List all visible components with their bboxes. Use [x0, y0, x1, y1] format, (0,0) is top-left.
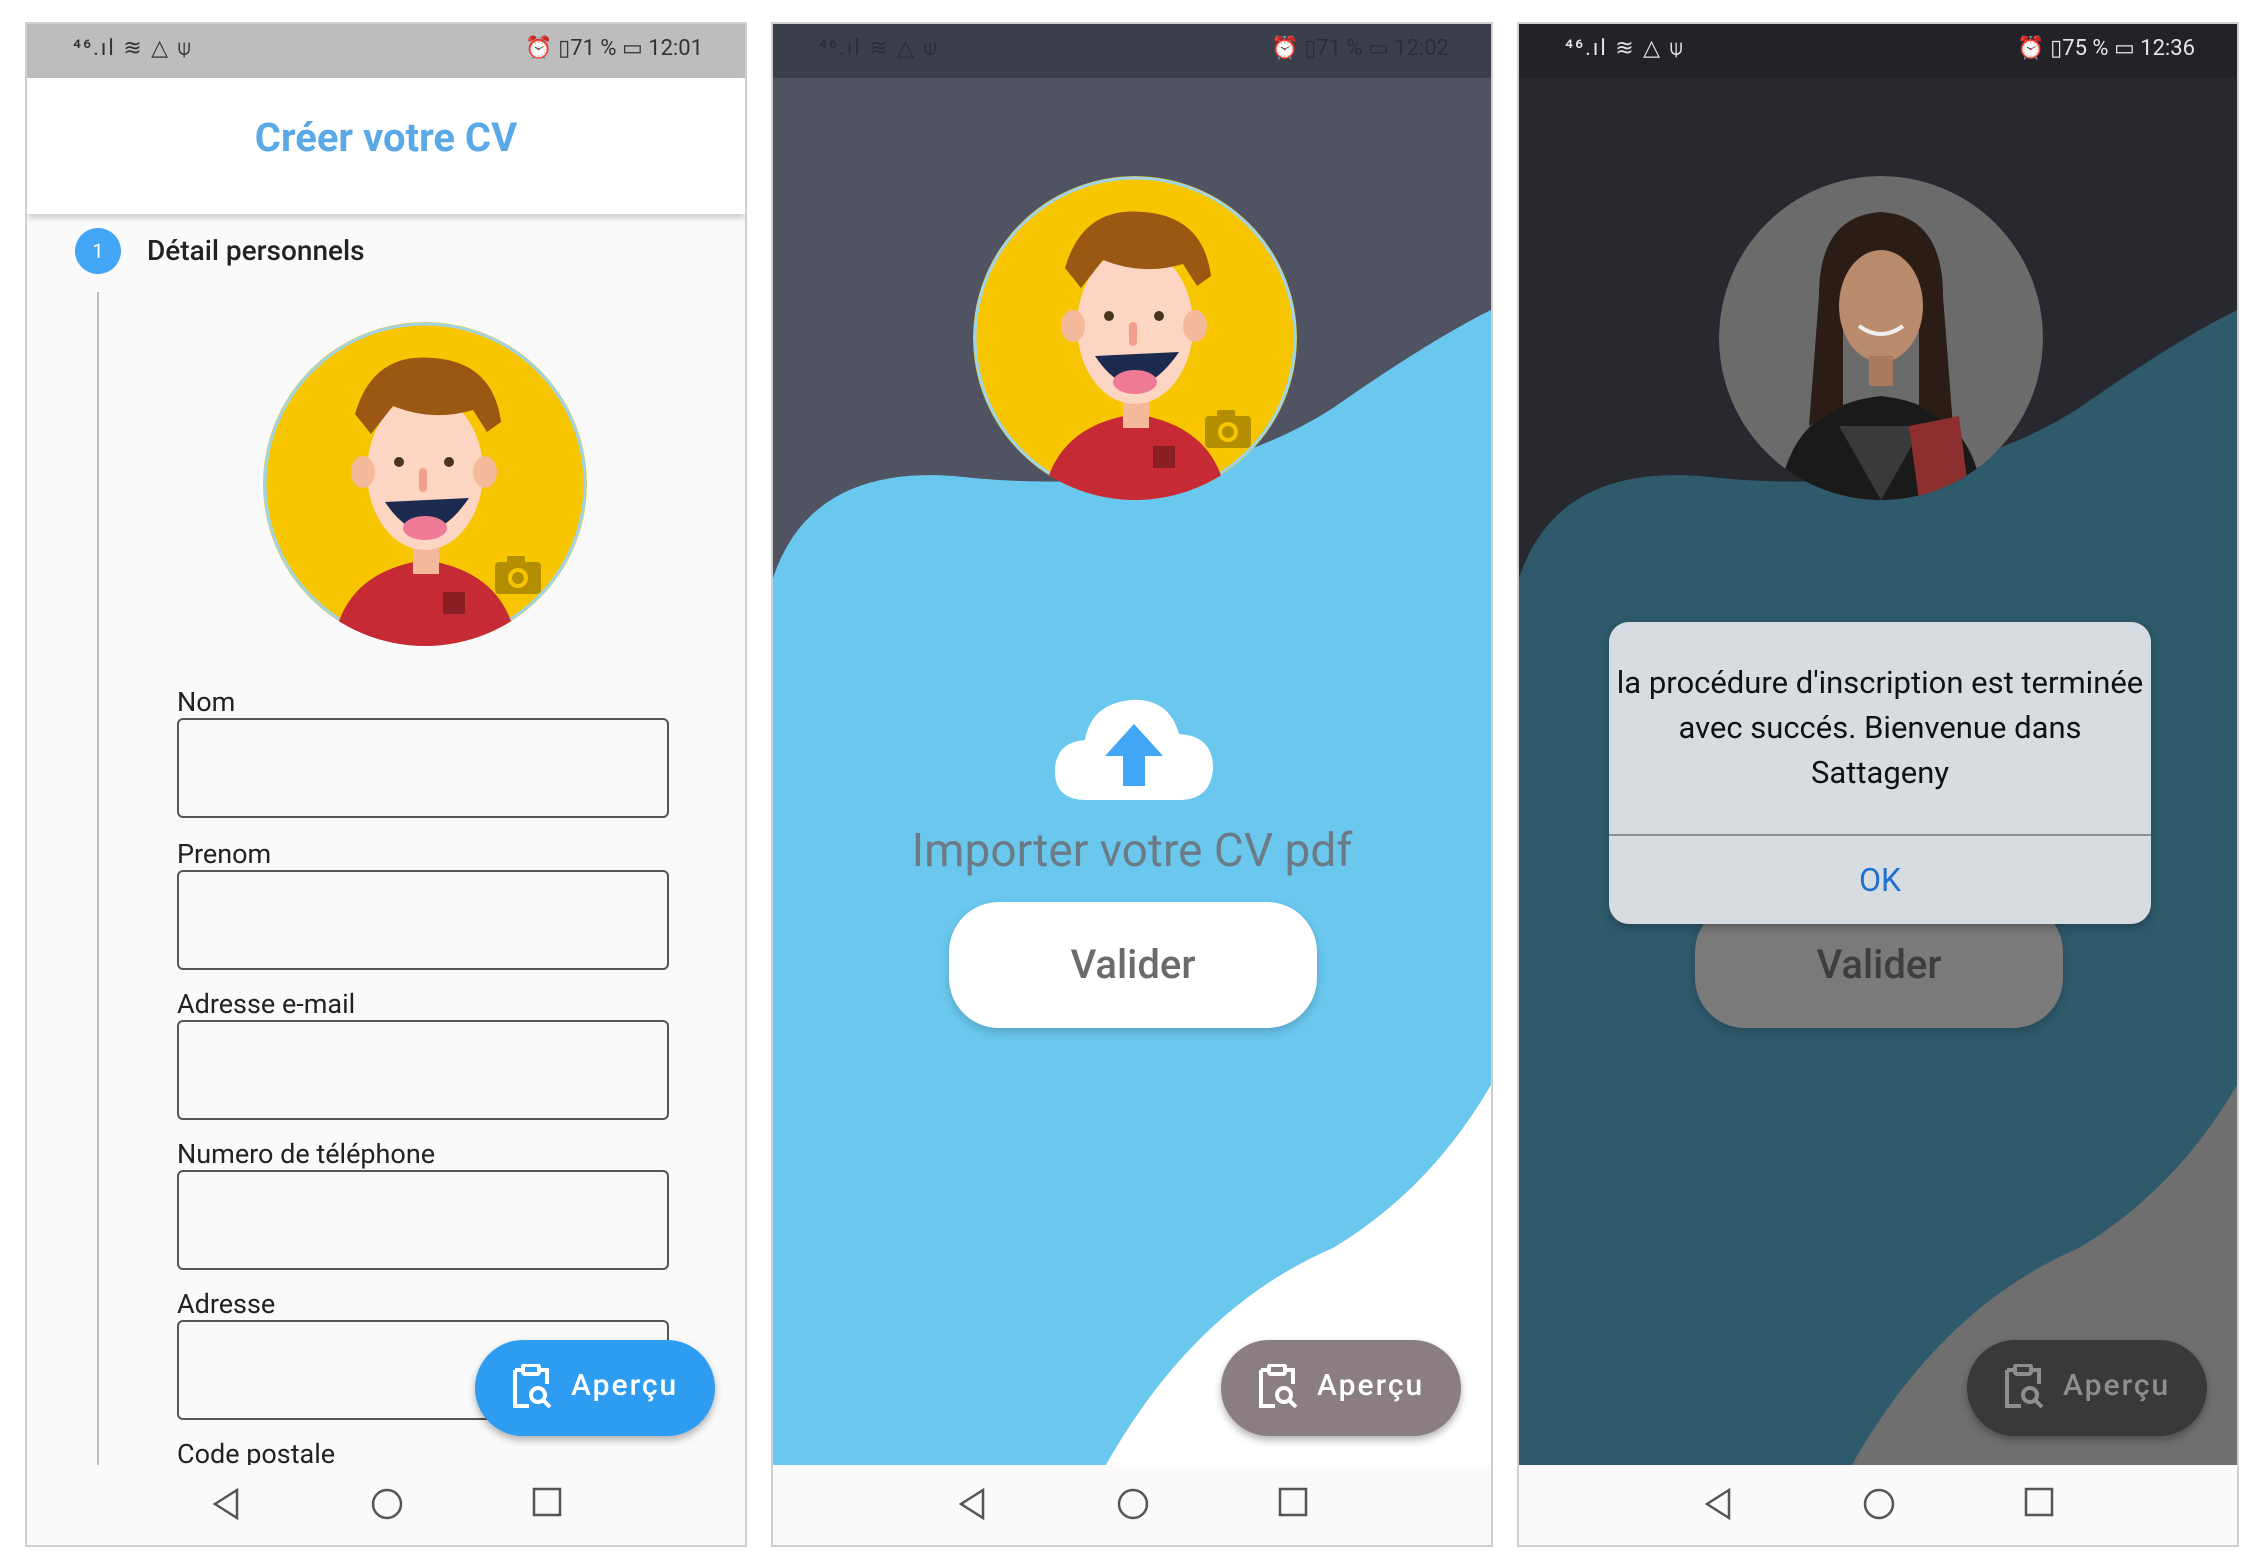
- success-dialog: la procédure d'inscription est terminée …: [1609, 622, 2151, 924]
- upload-cv-text: Importer votre CV pdf: [911, 824, 1353, 878]
- screen-registration-complete: ⁴⁶.ıl ≋ △ ⍦ ⏰ ▯75 % ▭ 12:36 Valider Aper…: [1517, 22, 2239, 1547]
- cloud-upload-icon[interactable]: [1051, 690, 1217, 808]
- status-right-info: ⏰ ▯71 % ▭ 12:02: [1271, 36, 1449, 61]
- status-left-icons: ⁴⁶.ıl ≋ △ ⍦: [819, 36, 939, 61]
- status-bar: ⁴⁶.ıl ≋ △ ⍦ ⏰ ▯71 % ▭ 12:01: [27, 24, 745, 78]
- input-prenom[interactable]: [177, 870, 669, 970]
- input-nom[interactable]: [177, 718, 669, 818]
- home-icon[interactable]: [1862, 1487, 1896, 1521]
- status-bar: ⁴⁶.ıl ≋ △ ⍦ ⏰ ▯71 % ▭ 12:02: [773, 24, 1491, 78]
- screen-create-cv: ⁴⁶.ıl ≋ △ ⍦ ⏰ ▯71 % ▭ 12:01 Créer votre …: [25, 22, 747, 1547]
- android-nav-bar: [1519, 1465, 2237, 1545]
- status-right-info: ⏰ ▯75 % ▭ 12:36: [2017, 36, 2195, 61]
- dialog-message: la procédure d'inscription est terminée …: [1616, 664, 2144, 791]
- back-icon[interactable]: [1703, 1487, 1733, 1521]
- status-right-info: ⏰ ▯71 % ▭ 12:01: [525, 36, 703, 61]
- screen-upload-cv: ⁴⁶.ıl ≋ △ ⍦ ⏰ ▯71 % ▭ 12:02 Importer vot…: [771, 22, 1493, 1547]
- home-icon[interactable]: [370, 1487, 404, 1521]
- input-telephone[interactable]: [177, 1170, 669, 1270]
- apercu-button[interactable]: Aperçu: [475, 1340, 715, 1436]
- label-prenom: Prenom: [177, 838, 272, 870]
- apercu-button[interactable]: Aperçu: [1221, 1340, 1461, 1436]
- camera-icon[interactable]: [493, 554, 543, 600]
- apercu-label: Aperçu: [1317, 1368, 1425, 1403]
- back-icon[interactable]: [957, 1487, 987, 1521]
- step-title[interactable]: Détail personnels: [147, 234, 365, 267]
- clipboard-search-icon: [513, 1364, 552, 1409]
- stepper-line: [97, 292, 99, 1492]
- apercu-label: Aperçu: [571, 1368, 679, 1403]
- recents-icon[interactable]: [2024, 1487, 2054, 1517]
- home-icon[interactable]: [1116, 1487, 1150, 1521]
- recents-icon[interactable]: [1278, 1487, 1308, 1517]
- apercu-label: Aperçu: [2063, 1368, 2171, 1403]
- input-email[interactable]: [177, 1020, 669, 1120]
- label-nom: Nom: [177, 686, 236, 718]
- apercu-button[interactable]: Aperçu: [1967, 1340, 2207, 1436]
- android-nav-bar: [773, 1465, 1491, 1545]
- valider-button[interactable]: Valider: [949, 902, 1317, 1028]
- label-email: Adresse e-mail: [177, 988, 356, 1020]
- android-nav-bar: [27, 1465, 745, 1545]
- label-adresse: Adresse: [177, 1288, 276, 1320]
- app-bar: Créer votre CV: [27, 78, 745, 214]
- recents-icon[interactable]: [532, 1487, 562, 1517]
- label-telephone: Numero de téléphone: [177, 1138, 436, 1170]
- clipboard-search-icon: [1259, 1364, 1298, 1409]
- clipboard-search-icon: [2005, 1364, 2044, 1409]
- status-bar: ⁴⁶.ıl ≋ △ ⍦ ⏰ ▯75 % ▭ 12:36: [1519, 24, 2237, 78]
- page-title: Créer votre CV: [254, 114, 518, 161]
- camera-icon[interactable]: [1203, 408, 1253, 454]
- status-left-icons: ⁴⁶.ıl ≋ △ ⍦: [1565, 36, 1685, 61]
- dialog-ok-button[interactable]: OK: [1609, 836, 2151, 924]
- step-number-badge[interactable]: 1: [75, 228, 121, 274]
- status-left-icons: ⁴⁶.ıl ≋ △ ⍦: [73, 36, 193, 61]
- back-icon[interactable]: [211, 1487, 241, 1521]
- profile-photo[interactable]: [1719, 176, 2043, 500]
